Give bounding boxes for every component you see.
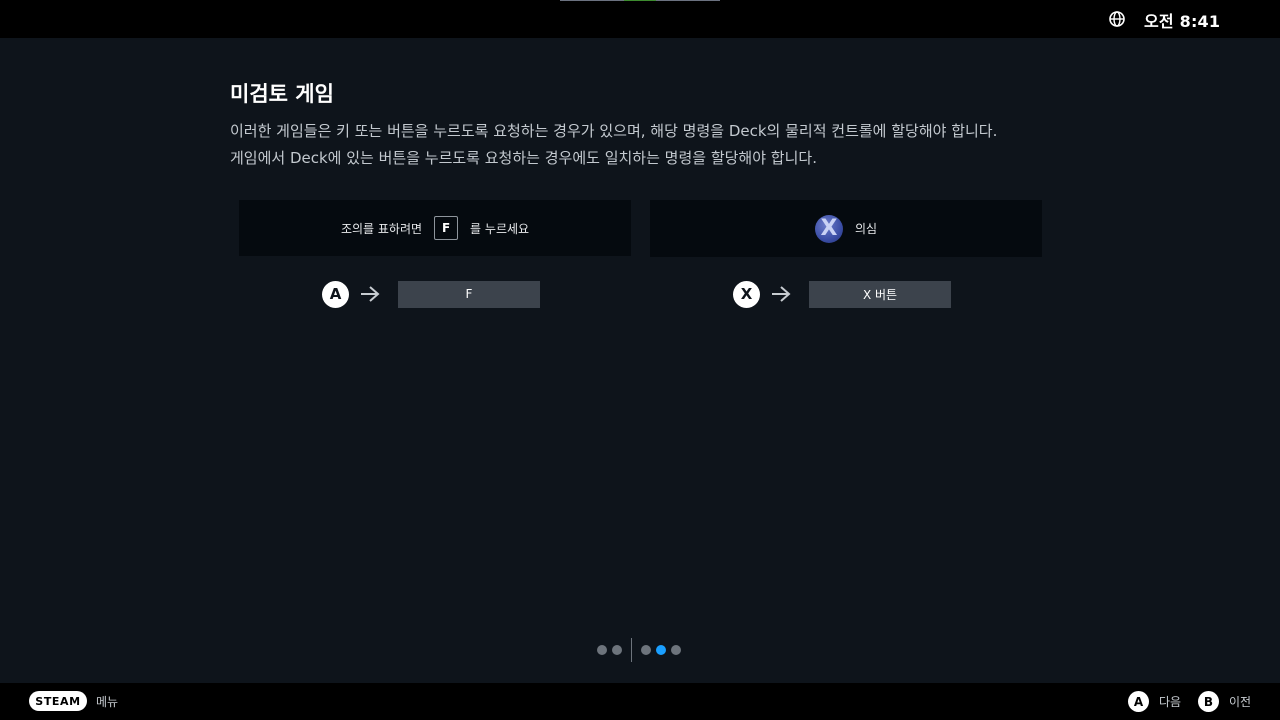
page-dot[interactable]	[641, 645, 651, 655]
footer-bar: STEAM 메뉴 A 다음 B 이전	[0, 683, 1280, 720]
steam-button[interactable]: STEAM	[29, 691, 87, 711]
description-line-1: 이러한 게임들은 키 또는 버튼을 누르도록 요청하는 경우가 있으며, 해당 …	[230, 122, 998, 140]
arrow-right-icon	[772, 286, 791, 302]
page-dot-active[interactable]	[656, 645, 666, 655]
clock: 오전 8:41	[1144, 12, 1221, 31]
page-dot[interactable]	[612, 645, 622, 655]
prompt-text: 의심	[854, 222, 878, 236]
previous-label[interactable]: 이전	[1229, 693, 1251, 710]
page-title: 미검토 게임	[230, 82, 334, 106]
menu-label: 메뉴	[96, 695, 119, 709]
arrow-right-icon	[361, 286, 380, 302]
page-dot[interactable]	[597, 645, 607, 655]
a-button-icon: A	[322, 280, 349, 308]
f-key-icon: F	[434, 216, 459, 240]
b-button-icon[interactable]: B	[1198, 691, 1219, 712]
button-prompt-example: X 의심	[650, 200, 1042, 257]
binding-target-f: F	[398, 280, 540, 308]
page-indicator	[597, 638, 686, 662]
globe-icon[interactable]	[1108, 10, 1126, 28]
page-description: 이러한 게임들은 키 또는 버튼을 누르도록 요청하는 경우가 있으며, 해당 …	[230, 118, 1070, 172]
prompt-text-after: 를 누르세요	[470, 221, 530, 236]
x-button-icon: X	[814, 214, 843, 243]
next-label[interactable]: 다음	[1159, 693, 1181, 710]
x-button-icon: X	[733, 280, 760, 308]
page-group-divider	[631, 638, 632, 662]
loading-indicator	[560, 0, 720, 1]
description-line-2: 게임에서 Deck에 있는 버튼을 누르도록 요청하는 경우에도 일치하는 명령…	[230, 149, 817, 167]
binding-target-x-button: X 버튼	[809, 280, 951, 308]
top-status-bar: 오전 8:41	[0, 0, 1280, 38]
page-dot[interactable]	[671, 645, 681, 655]
mapping-row-x: X X 버튼	[733, 280, 951, 308]
mapping-row-a: A F	[322, 280, 540, 308]
keyboard-prompt-example: 조의를 표하려면 F 를 누르세요	[239, 200, 631, 256]
a-button-icon[interactable]: A	[1128, 691, 1149, 712]
prompt-text-before: 조의를 표하려면	[340, 221, 423, 236]
